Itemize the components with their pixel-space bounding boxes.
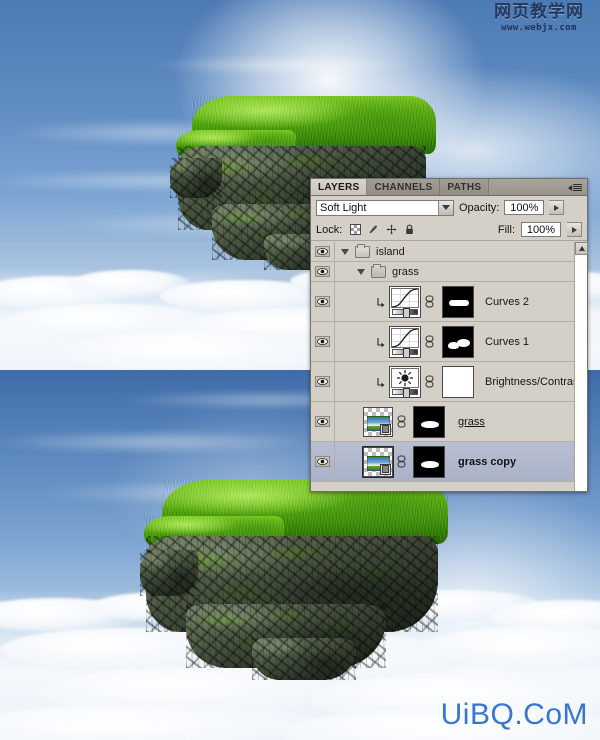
fill-stepper-icon[interactable] <box>567 222 582 237</box>
table-row[interactable]: Curves 2 <box>311 282 587 322</box>
visibility-toggle-icon[interactable] <box>311 242 335 261</box>
table-row[interactable]: grass <box>311 402 587 442</box>
layer-mask-thumbnail[interactable] <box>442 365 474 398</box>
link-layers-icon[interactable] <box>424 295 435 308</box>
visibility-toggle-icon[interactable] <box>311 282 335 321</box>
layer-thumbnail[interactable] <box>389 365 421 398</box>
clipping-mask-arrow-icon <box>375 282 386 321</box>
layer-thumbnail[interactable] <box>363 406 393 437</box>
blend-opacity-row: Soft Light Opacity: 100% <box>311 196 587 219</box>
layer-name: grass <box>392 265 419 278</box>
lock-icon-group <box>350 224 415 235</box>
lock-all-icon[interactable] <box>404 224 415 235</box>
layer-name: Brightness/Contrast 4 <box>485 375 587 388</box>
panel-menu-lines-icon <box>573 184 582 191</box>
tab-layers[interactable]: LAYERS <box>311 179 368 195</box>
watermark-url: www.webjx.com <box>501 22 577 33</box>
blend-mode-value: Soft Light <box>320 201 367 214</box>
layer-name: grass <box>458 415 485 428</box>
smart-object-badge-icon <box>380 463 391 475</box>
opacity-stepper-icon[interactable] <box>549 200 565 215</box>
table-row[interactable]: grass <box>311 262 587 282</box>
table-row[interactable]: grass copy <box>311 442 587 482</box>
panel-menu-icon[interactable] <box>566 181 584 194</box>
link-layers-icon[interactable] <box>424 375 435 388</box>
opacity-label: Opacity: <box>459 201 500 214</box>
opacity-input[interactable]: 100% <box>504 200 545 215</box>
group-disclosure-icon[interactable] <box>357 268 365 275</box>
folder-icon <box>371 263 386 278</box>
layer-thumbnail[interactable] <box>362 445 394 478</box>
fill-label: Fill: <box>497 223 515 236</box>
layer-mask-thumbnail[interactable] <box>413 445 445 478</box>
lock-fill-row: Lock: Fill: 100% <box>311 219 587 241</box>
visibility-toggle-icon[interactable] <box>311 362 335 401</box>
floating-island-bottom <box>140 480 450 680</box>
blend-mode-select[interactable]: Soft Light <box>316 199 454 216</box>
table-row[interactable]: island <box>311 242 587 262</box>
watermark-chinese-text: 网页教学网 <box>494 2 584 22</box>
scroll-up-icon[interactable] <box>575 242 588 255</box>
layer-name: grass copy <box>458 455 517 468</box>
fill-input[interactable]: 100% <box>521 222 561 237</box>
visibility-toggle-icon[interactable] <box>311 442 335 481</box>
tab-channels[interactable]: CHANNELS <box>367 179 441 195</box>
scrollbar-track[interactable] <box>575 255 587 491</box>
folder-icon <box>355 243 370 258</box>
lock-image-icon[interactable] <box>368 224 379 235</box>
table-row[interactable]: Brightness/Contrast 4 <box>311 362 587 402</box>
layer-name: Curves 1 <box>485 335 530 348</box>
smart-object-badge-icon <box>380 423 391 435</box>
link-layers-icon[interactable] <box>424 335 435 348</box>
layer-thumbnail[interactable] <box>389 285 421 318</box>
layer-list: island grass Curves 2 Curves 1 Brightnes… <box>311 242 587 491</box>
layers-panel: LAYERS CHANNELS PATHS Soft Light Opacity… <box>310 178 588 492</box>
group-disclosure-icon[interactable] <box>341 248 349 255</box>
table-row[interactable]: Curves 1 <box>311 322 587 362</box>
layer-mask-thumbnail[interactable] <box>442 285 474 318</box>
panel-tab-bar: LAYERS CHANNELS PATHS <box>311 179 587 196</box>
link-layers-icon[interactable] <box>396 415 407 428</box>
lock-transparency-icon[interactable] <box>350 224 362 235</box>
watermark-top: 网页教学网 www.webjx.com <box>484 2 594 33</box>
visibility-toggle-icon[interactable] <box>311 402 335 441</box>
visibility-toggle-icon[interactable] <box>311 262 335 281</box>
layer-name: Curves 2 <box>485 295 530 308</box>
panel-menu-triangle-icon <box>568 184 572 191</box>
lock-label: Lock: <box>316 223 343 236</box>
clipping-mask-arrow-icon <box>375 362 386 401</box>
layer-name: island <box>376 245 405 258</box>
screenshot-stage: 网页教学网 www.webjx.com UiBQ.CoM LAYERS CHAN… <box>0 0 600 740</box>
lock-position-icon[interactable] <box>386 224 397 235</box>
watermark-bottom: UiBQ.CoM <box>440 698 588 731</box>
link-layers-icon[interactable] <box>396 455 407 468</box>
layer-mask-thumbnail[interactable] <box>413 405 445 438</box>
visibility-toggle-icon[interactable] <box>311 322 335 361</box>
chevron-down-icon[interactable] <box>438 200 453 215</box>
clipping-mask-arrow-icon <box>375 322 386 361</box>
tab-paths[interactable]: PATHS <box>440 179 490 195</box>
layer-mask-thumbnail[interactable] <box>442 325 474 358</box>
layer-list-scrollbar[interactable] <box>574 242 588 491</box>
layer-thumbnail[interactable] <box>389 325 421 358</box>
